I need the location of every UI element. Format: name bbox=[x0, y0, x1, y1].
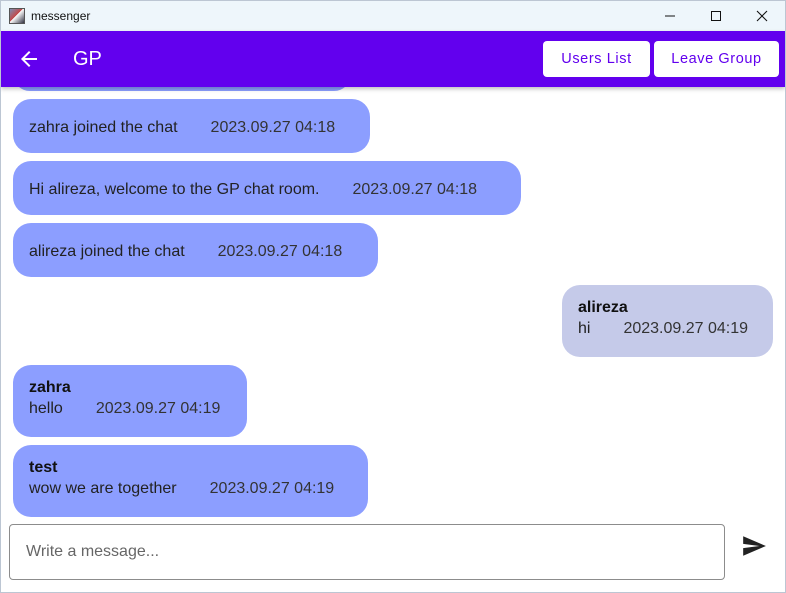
minimize-button[interactable] bbox=[647, 1, 693, 31]
user-message: zahra hello 2023.09.27 04:19 bbox=[13, 365, 247, 437]
window-controls bbox=[647, 1, 785, 31]
message-text: hi bbox=[578, 320, 591, 337]
message-sender: alireza bbox=[578, 299, 628, 316]
title-bar: messenger bbox=[1, 1, 785, 31]
maximize-button[interactable] bbox=[693, 1, 739, 31]
message-time: 2023.09.27 04:18 bbox=[217, 243, 343, 260]
message-time: 2023.09.27 04:19 bbox=[209, 480, 335, 497]
message-text: hello bbox=[29, 400, 63, 417]
arrow-back-icon bbox=[21, 51, 37, 67]
message-time: 2023.09.27 04:19 bbox=[623, 320, 749, 337]
leave-group-button[interactable]: Leave Group bbox=[654, 41, 779, 77]
message-text: alireza joined the chat bbox=[29, 243, 185, 260]
minimize-icon bbox=[665, 15, 675, 17]
message-text: wow we are together bbox=[29, 480, 177, 497]
own-message: alireza hi 2023.09.27 04:19 bbox=[562, 285, 773, 357]
send-button[interactable] bbox=[741, 533, 767, 559]
maximize-icon bbox=[711, 11, 721, 21]
system-message: Hi alireza, welcome to the GP chat room.… bbox=[13, 161, 521, 215]
message-sender: zahra bbox=[29, 379, 71, 396]
message-list[interactable]: zahra joined the chat 2023.09.27 04:18 H… bbox=[1, 87, 785, 517]
users-list-button[interactable]: Users List bbox=[543, 41, 650, 77]
message-text: Hi alireza, welcome to the GP chat room. bbox=[29, 181, 320, 198]
user-message: test wow we are together 2023.09.27 04:1… bbox=[13, 445, 368, 517]
close-button[interactable] bbox=[739, 1, 785, 31]
message-sender: test bbox=[29, 459, 58, 476]
close-icon bbox=[756, 10, 768, 22]
message-bubble-partial bbox=[13, 87, 351, 91]
back-button[interactable] bbox=[17, 47, 41, 71]
system-message: zahra joined the chat 2023.09.27 04:18 bbox=[13, 99, 370, 153]
messenger-window: messenger GP Users List Leave Group zahr… bbox=[0, 0, 786, 593]
app-bar: GP Users List Leave Group bbox=[1, 31, 785, 87]
message-time: 2023.09.27 04:18 bbox=[210, 119, 336, 136]
window-title: messenger bbox=[31, 9, 91, 23]
group-title: GP bbox=[73, 48, 102, 70]
message-text: zahra joined the chat bbox=[29, 119, 178, 136]
app-icon bbox=[9, 8, 25, 24]
message-time: 2023.09.27 04:19 bbox=[95, 400, 221, 417]
send-icon bbox=[743, 536, 766, 556]
message-time: 2023.09.27 04:18 bbox=[352, 181, 478, 198]
message-input[interactable] bbox=[9, 524, 725, 580]
system-message: alireza joined the chat 2023.09.27 04:18 bbox=[13, 223, 378, 277]
